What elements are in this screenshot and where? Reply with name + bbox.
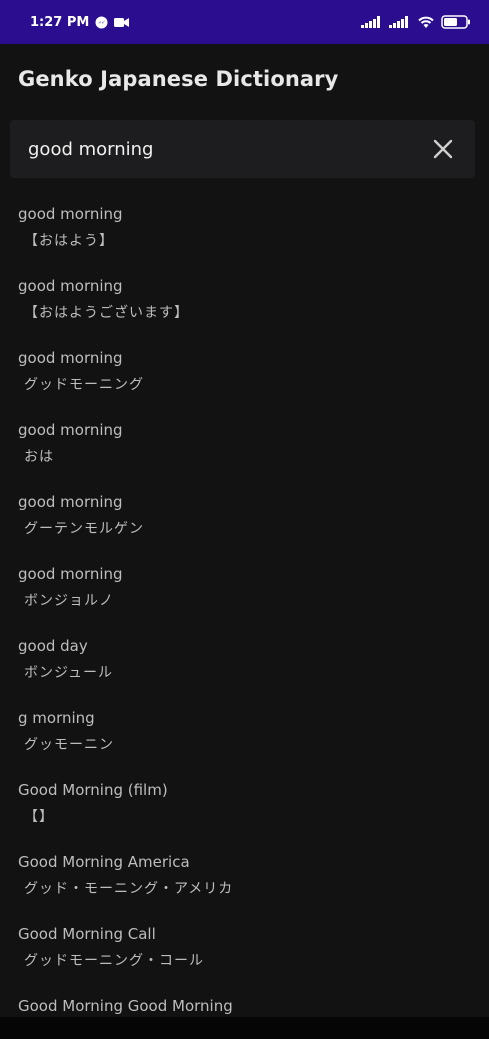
- app-bar: Genko Japanese Dictionary: [0, 44, 489, 114]
- result-item[interactable]: Good Morning America グッド・モーニング・アメリカ: [0, 844, 489, 916]
- messenger-icon: [95, 16, 108, 29]
- result-english: good morning: [18, 349, 123, 367]
- result-item[interactable]: good morning ボンジョルノ: [0, 556, 489, 628]
- result-japanese: グッモーニン: [24, 737, 114, 753]
- result-japanese: 【】: [24, 809, 54, 825]
- result-japanese: 【おはようございます】: [24, 305, 189, 321]
- result-item[interactable]: g morning グッモーニン: [0, 700, 489, 772]
- close-icon: [433, 139, 453, 159]
- status-time: 1:27 PM: [30, 14, 90, 30]
- result-japanese: ボンジョルノ: [24, 593, 114, 609]
- result-item[interactable]: good morning 【おはようございます】: [0, 268, 489, 340]
- bottom-bar: [0, 1017, 489, 1039]
- result-item[interactable]: good morning 【おはよう】: [0, 196, 489, 268]
- result-english: good morning: [18, 277, 123, 295]
- status-bar: 1:27 PM: [0, 0, 489, 44]
- signal-icon-2: [389, 16, 411, 28]
- result-english: good morning: [18, 205, 123, 223]
- video-camera-icon: [114, 17, 130, 28]
- result-english: good morning: [18, 493, 123, 511]
- result-japanese: グッドモーニング: [24, 377, 144, 393]
- result-english: good morning: [18, 421, 123, 439]
- result-japanese: ボンジュール: [24, 665, 114, 681]
- results-list: good morning 【おはよう】 good morning 【おはようござ…: [0, 196, 489, 1017]
- wifi-icon: [417, 15, 435, 29]
- result-english: Good Morning America: [18, 853, 190, 871]
- result-item[interactable]: good day ボンジュール: [0, 628, 489, 700]
- result-english: Good Morning (film): [18, 781, 168, 799]
- result-item[interactable]: Good Morning Good Morning: [0, 988, 489, 1017]
- result-english: good day: [18, 637, 88, 655]
- phone-screen: 1:27 PM Genko Japanese Dictionary good m…: [0, 0, 489, 1039]
- result-english: Good Morning Good Morning: [18, 997, 233, 1015]
- result-japanese: グーテンモルゲン: [24, 521, 144, 537]
- status-left: 1:27 PM: [30, 14, 130, 30]
- search-input[interactable]: [28, 138, 429, 160]
- result-english: Good Morning Call: [18, 925, 156, 943]
- search-box: [10, 120, 475, 178]
- app-title: Genko Japanese Dictionary: [18, 67, 339, 91]
- result-english: g morning: [18, 709, 95, 727]
- result-japanese: 【おはよう】: [24, 233, 114, 249]
- status-right: [361, 15, 471, 29]
- result-item[interactable]: good morning グッドモーニング: [0, 340, 489, 412]
- result-item[interactable]: good morning おは: [0, 412, 489, 484]
- result-item[interactable]: Good Morning (film) 【】: [0, 772, 489, 844]
- clear-search-button[interactable]: [429, 135, 457, 163]
- signal-icon: [361, 16, 383, 28]
- battery-icon: [441, 15, 471, 29]
- result-japanese: おは: [24, 449, 54, 465]
- result-english: good morning: [18, 565, 123, 583]
- result-item[interactable]: Good Morning Call グッドモーニング・コール: [0, 916, 489, 988]
- result-japanese: グッド・モーニング・アメリカ: [24, 881, 234, 897]
- result-item[interactable]: good morning グーテンモルゲン: [0, 484, 489, 556]
- result-japanese: グッドモーニング・コール: [24, 953, 204, 969]
